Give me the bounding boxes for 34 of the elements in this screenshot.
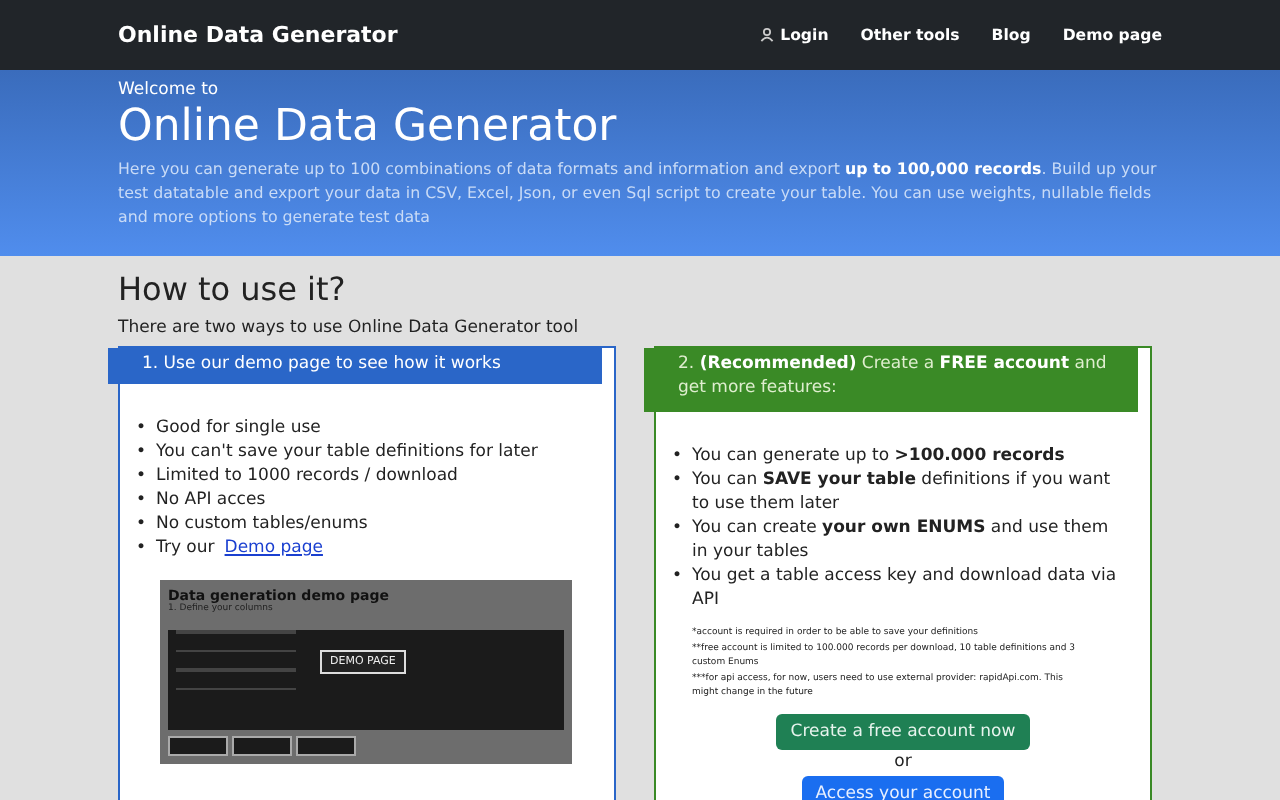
bullet: • — [136, 536, 147, 560]
bullet: • — [136, 440, 147, 464]
preview-button — [296, 736, 356, 756]
bullet: • — [672, 468, 683, 494]
user-icon — [760, 28, 775, 42]
card-header: 2. (Recommended) Create a FREE account and get more features: — [644, 348, 1138, 412]
list-item: Limited to 1000 records / download — [156, 464, 458, 488]
demo-link[interactable]: Demo page — [224, 536, 323, 560]
section-intro: There are two ways to use Online Data Generator tool — [118, 318, 581, 338]
brand[interactable]: Online Data Generator — [118, 22, 398, 48]
bullet: • — [136, 488, 147, 512]
access-account-button[interactable]: Access your account — [801, 775, 1005, 800]
or-text: or — [894, 751, 912, 773]
preview-button — [232, 736, 292, 756]
list-item: You can create your own ENUMS and use them in your tables — [692, 516, 1111, 564]
bullet: • — [672, 444, 683, 468]
create-account-button[interactable]: Create a free account now — [776, 713, 1030, 749]
list-item: No API acces — [156, 488, 266, 512]
hero-title: Online Data Generator — [118, 100, 619, 154]
bullet: • — [672, 564, 683, 590]
bullet: • — [672, 516, 683, 542]
hero-kicker: Welcome to — [118, 80, 221, 100]
section-title: How to use it? — [118, 270, 348, 308]
list-item: Good for single use — [156, 416, 321, 440]
bullet: • — [136, 464, 147, 488]
list-item: You can generate up to >100.000 records — [692, 444, 1065, 468]
list-item: You get a table access key and download data via API — [692, 564, 1119, 612]
list-item: No custom tables/enums — [156, 512, 368, 536]
list-item-prefix: Try our — [156, 536, 215, 560]
bullet: • — [136, 416, 147, 440]
card-header: 1. Use our demo page to see how it works — [108, 348, 602, 384]
preview-button — [168, 736, 228, 756]
list-item: You can't save your table definitions for later — [156, 440, 538, 464]
bullet: • — [136, 512, 147, 536]
